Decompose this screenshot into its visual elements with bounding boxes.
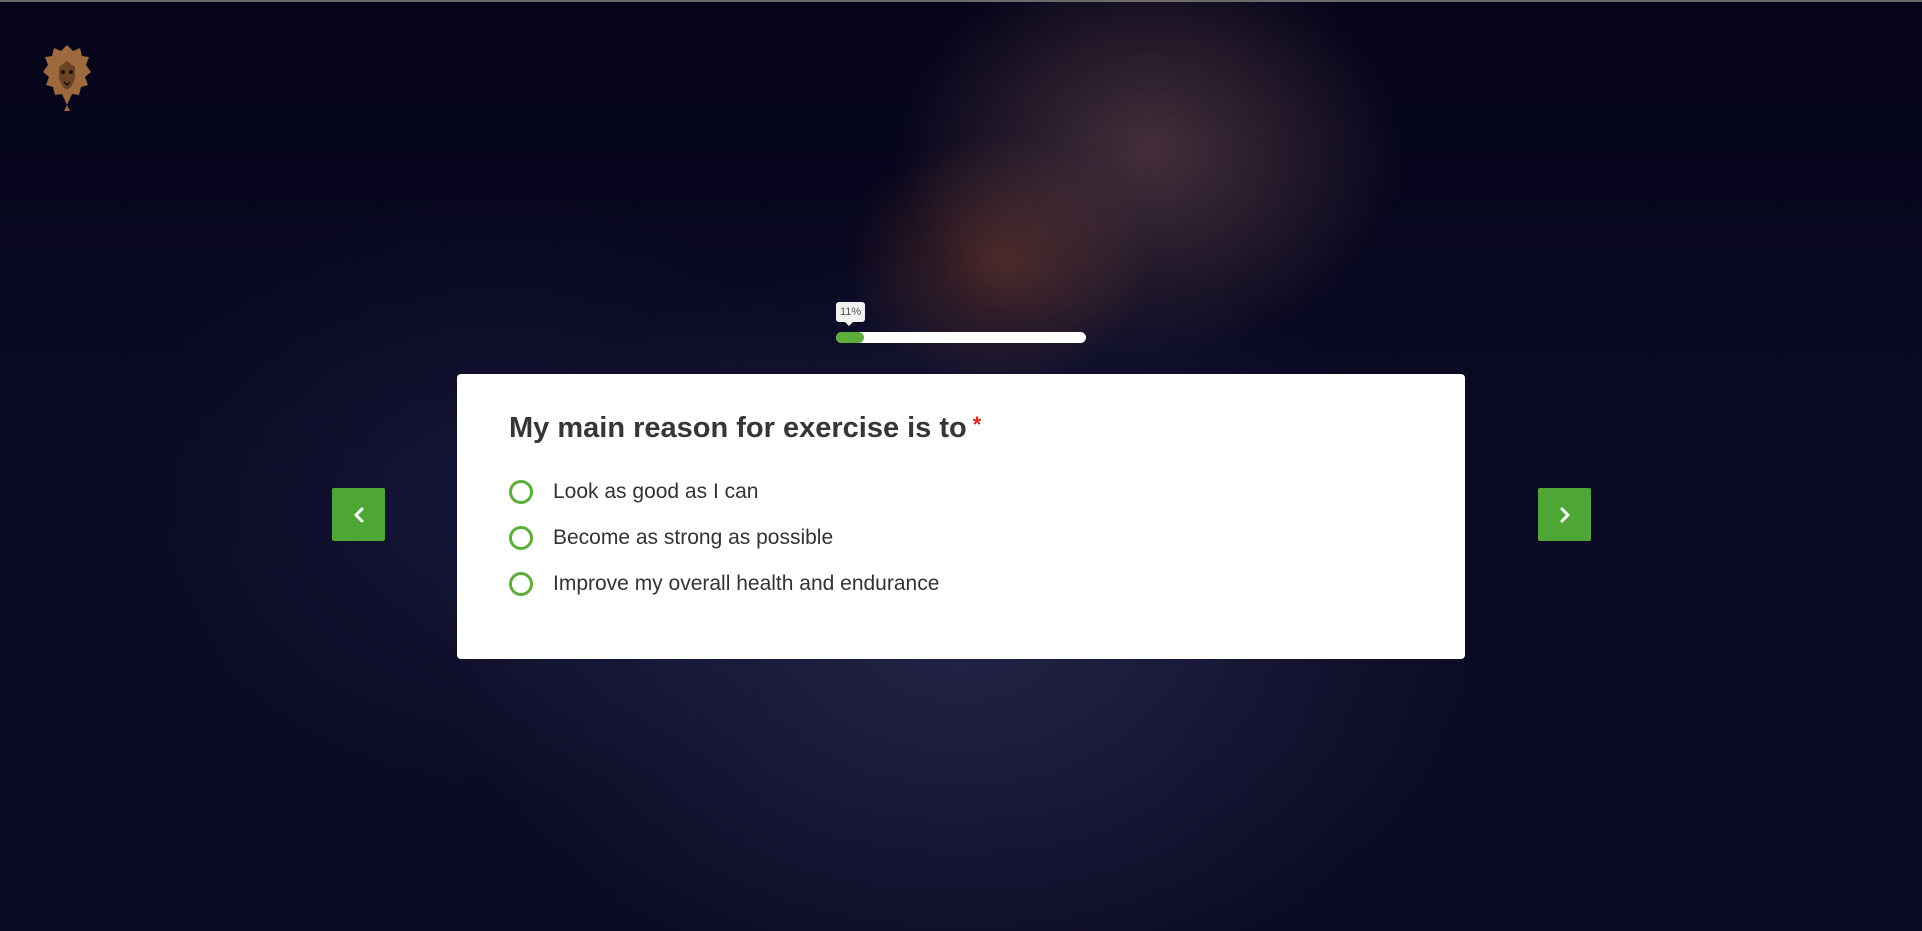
option-become-strong[interactable]: Become as strong as possible [509,515,1413,561]
option-improve-health[interactable]: Improve my overall health and endurance [509,561,1413,607]
question-text: My main reason for exercise is to [509,412,967,444]
radio-button[interactable] [509,480,533,504]
option-label: Look as good as I can [553,480,759,503]
question-card: My main reason for exercise is to * Look … [457,374,1465,659]
top-border [0,0,1922,2]
option-label: Become as strong as possible [553,526,834,549]
next-button[interactable] [1538,488,1591,541]
chevron-right-icon [1560,507,1569,522]
chevron-left-icon [354,507,363,522]
progress-bar-fill [836,332,864,343]
radio-button[interactable] [509,526,533,550]
question-title: My main reason for exercise is to * [509,412,1413,445]
radio-button[interactable] [509,572,533,596]
progress-bar-track [836,332,1086,343]
option-look-good[interactable]: Look as good as I can [509,469,1413,515]
option-label: Improve my overall health and endurance [553,572,940,595]
lion-logo-icon [42,43,92,113]
progress-percent-label: 11% [836,302,866,326]
previous-button[interactable] [332,488,385,541]
required-marker: * [972,412,982,437]
progress-indicator: 11% [836,302,1086,344]
